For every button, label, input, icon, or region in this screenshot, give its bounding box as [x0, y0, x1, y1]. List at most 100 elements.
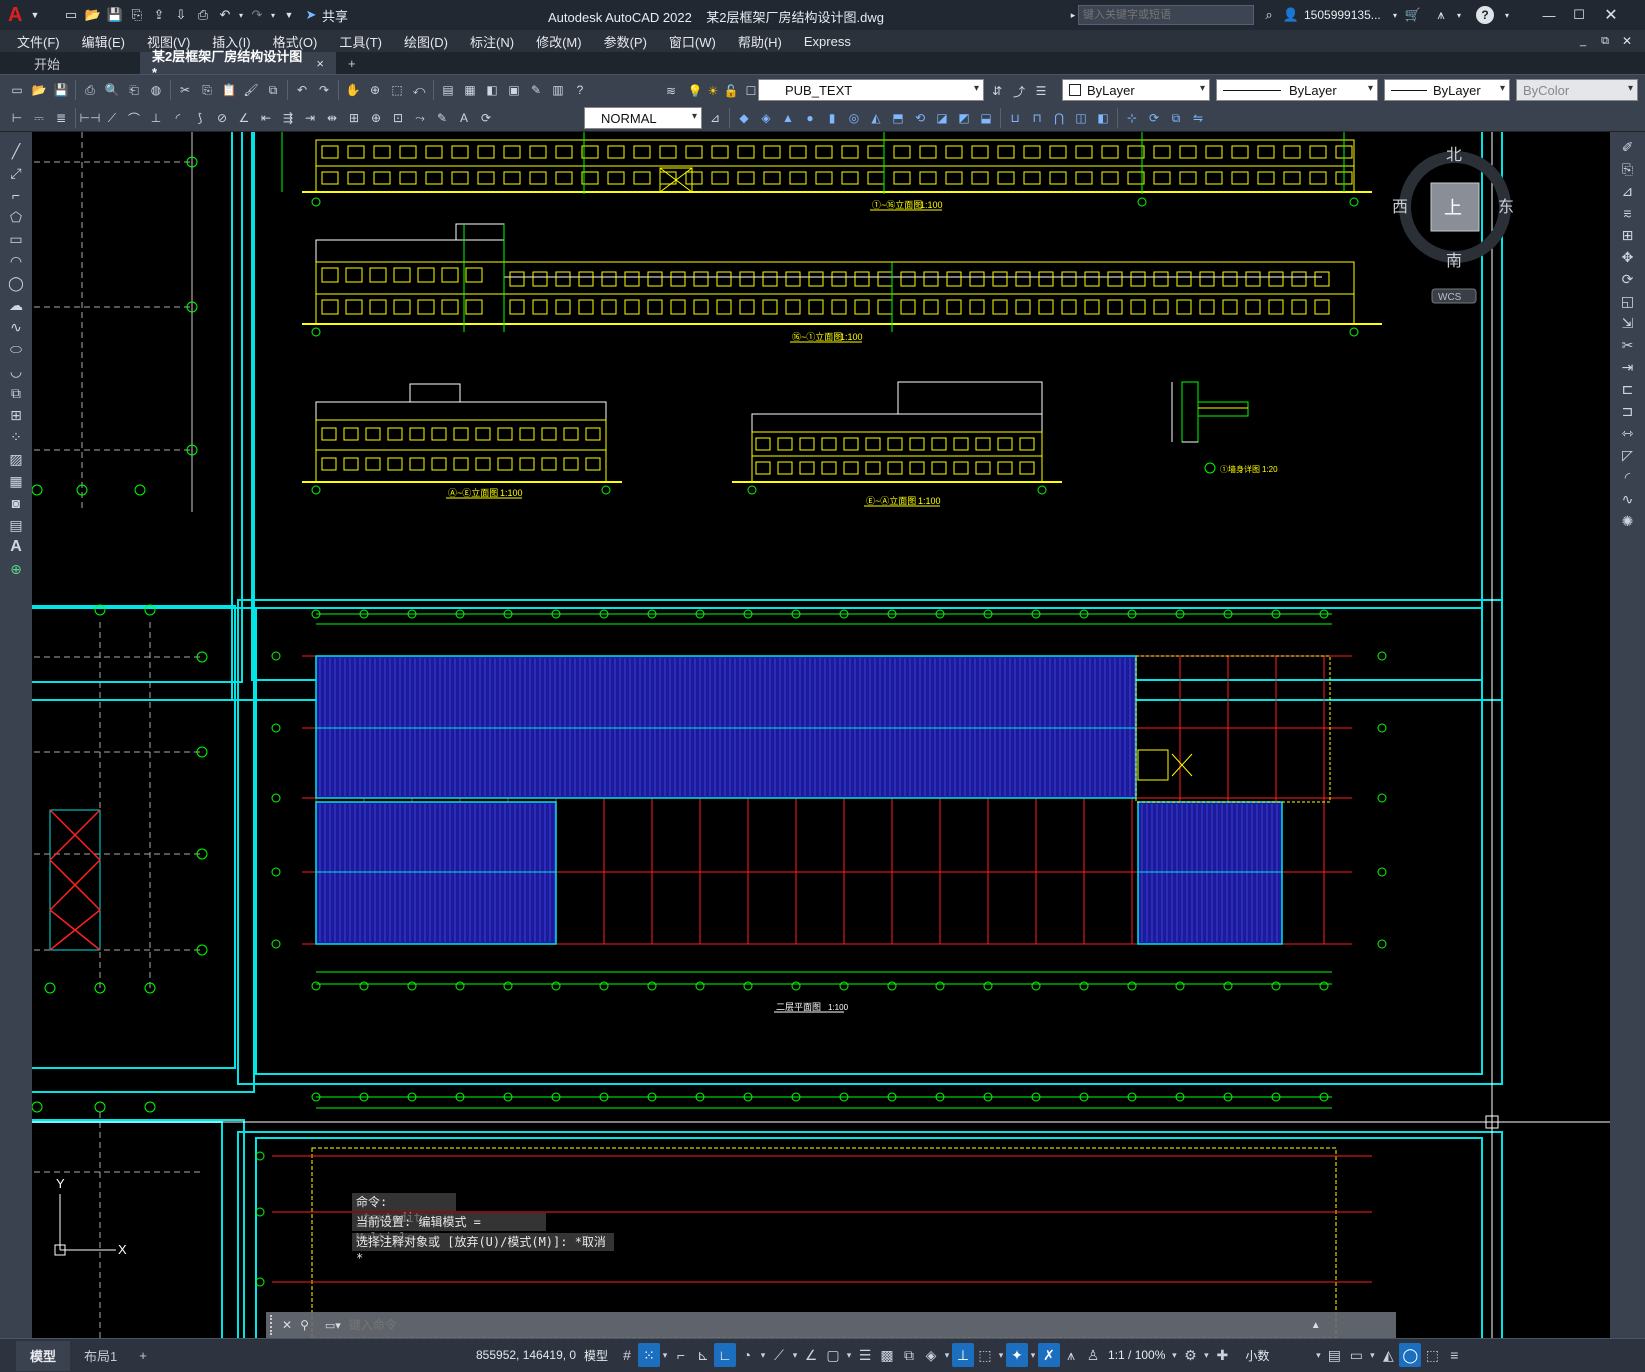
array-icon[interactable]: ⊞: [1610, 224, 1645, 246]
rectangle-icon[interactable]: ▭: [0, 228, 32, 250]
angular-dimension-icon[interactable]: ∠: [234, 108, 254, 128]
aligned-dimension-icon[interactable]: ⟋: [102, 108, 122, 128]
extend-icon[interactable]: ⇥: [1610, 356, 1645, 378]
ordinate-dimension-icon[interactable]: ⊥: [146, 108, 166, 128]
redo-icon[interactable]: ↷: [314, 80, 334, 100]
lock-ui-icon[interactable]: ▭: [1345, 1343, 1367, 1367]
layer-dropdown[interactable]: PUB_TEXT ▾: [758, 79, 984, 101]
revolve-icon[interactable]: ⟲: [910, 108, 930, 128]
dimension-update-icon[interactable]: ⟳: [476, 108, 496, 128]
3d-sphere-icon[interactable]: ●: [800, 108, 820, 128]
3d-wedge-icon[interactable]: ◈: [756, 108, 776, 128]
center-mark-icon[interactable]: ⊕: [366, 108, 386, 128]
undo-icon[interactable]: ↶: [214, 4, 236, 26]
graphics-performance-icon[interactable]: ◯: [1399, 1343, 1422, 1367]
isodraft-dropdown-icon[interactable]: ▾: [790, 1343, 800, 1367]
loft-icon[interactable]: ◩: [954, 108, 974, 128]
region-icon[interactable]: ◙: [0, 492, 32, 514]
gizmo-icon[interactable]: ✦: [1006, 1343, 1029, 1367]
dimension-edit-icon[interactable]: ✎: [432, 108, 452, 128]
menu-parametric[interactable]: 参数(P): [593, 32, 658, 51]
move-icon[interactable]: ✥: [1610, 246, 1645, 268]
diameter-dimension-icon[interactable]: ⊘: [212, 108, 232, 128]
arc-length-icon[interactable]: ⌒: [124, 108, 144, 128]
annotation-visibility-icon[interactable]: ✗: [1038, 1343, 1061, 1367]
compass-west[interactable]: 西: [1392, 199, 1408, 216]
lock-ui-dropdown-icon[interactable]: ▾: [1367, 1343, 1377, 1367]
open-web-icon[interactable]: ⇪: [148, 4, 170, 26]
command-prompt-icon[interactable]: ▭▾: [325, 1319, 341, 1332]
linear-dimension-icon[interactable]: ⊢⊣: [80, 108, 101, 128]
autocad-logo[interactable]: A: [8, 4, 24, 27]
ortho-icon[interactable]: ∟: [714, 1343, 737, 1367]
isolate-objects-icon[interactable]: ◭: [1377, 1343, 1399, 1367]
menu-modify[interactable]: 修改(M): [525, 32, 593, 51]
match-properties-icon[interactable]: 🖌: [241, 80, 261, 100]
layer-on-icon[interactable]: 💡: [685, 81, 705, 101]
annotation-scale-icon[interactable]: ♙: [1082, 1343, 1104, 1367]
compass-north[interactable]: 北: [1446, 146, 1462, 164]
command-history-icon[interactable]: ▲: [1311, 1320, 1321, 1331]
copy-icon[interactable]: ⎘: [197, 80, 217, 100]
markup-icon[interactable]: ✎: [526, 80, 546, 100]
layer-freeze-icon[interactable]: ☀: [703, 81, 723, 101]
quick-dim-icon[interactable]: ⇤: [256, 108, 276, 128]
radius-dimension-icon[interactable]: ◜: [168, 108, 188, 128]
point-icon[interactable]: ⁘: [0, 426, 32, 448]
plot-preview-icon[interactable]: 🔍: [102, 80, 122, 100]
quick-dimension-icon[interactable]: ⊢: [7, 108, 27, 128]
polar-dropdown-icon[interactable]: ▾: [758, 1343, 768, 1367]
compass-south[interactable]: 南: [1446, 252, 1462, 270]
customize-qat-icon[interactable]: ▼: [278, 4, 300, 26]
layout1-tab[interactable]: 布局1: [70, 1341, 131, 1371]
menu-dimension[interactable]: 标注(N): [459, 32, 525, 51]
blend-curves-icon[interactable]: ∿: [1610, 488, 1645, 510]
calculator-icon[interactable]: ▥: [548, 80, 568, 100]
quick-properties-icon[interactable]: ▤: [1323, 1343, 1345, 1367]
3d-rotate-icon[interactable]: ⟳: [1144, 108, 1164, 128]
menu-window[interactable]: 窗口(W): [658, 32, 727, 51]
offset-icon[interactable]: ⩳: [1610, 202, 1645, 224]
stretch-icon[interactable]: ⇲: [1610, 312, 1645, 334]
save-icon[interactable]: 💾: [104, 4, 126, 26]
fillet-icon[interactable]: ◜: [1610, 466, 1645, 488]
cut-icon[interactable]: ✂: [175, 80, 195, 100]
grid-icon[interactable]: #: [616, 1343, 638, 1367]
zoom-window-icon[interactable]: ⬚: [387, 80, 407, 100]
polar-icon[interactable]: ◔: [736, 1343, 758, 1367]
doc-minimize-icon[interactable]: _: [1572, 30, 1594, 52]
dim-style-manager-icon[interactable]: ⊿: [705, 108, 725, 128]
annotation-monitor-icon[interactable]: ✚: [1211, 1343, 1233, 1367]
lineweight-dropdown[interactable]: ByLayer ▾: [1384, 79, 1510, 101]
open-file-icon[interactable]: 📂: [82, 4, 104, 26]
command-grip[interactable]: [270, 1315, 278, 1335]
isodraft-icon[interactable]: ⟋: [768, 1343, 790, 1367]
slice-icon[interactable]: ◫: [1071, 108, 1091, 128]
3d-print-icon[interactable]: ◍: [146, 80, 166, 100]
object-snap-icon[interactable]: ▢: [822, 1343, 844, 1367]
selection-filter-icon[interactable]: ⬚: [974, 1343, 996, 1367]
copy-object-icon[interactable]: ⎘: [1610, 158, 1645, 180]
inspection-icon[interactable]: ⊡: [388, 108, 408, 128]
3d-mirror-icon[interactable]: ⇋: [1188, 108, 1208, 128]
plotstyle-dropdown[interactable]: ByColor ▾: [1516, 79, 1638, 101]
subtract-icon[interactable]: ⊓: [1027, 108, 1047, 128]
customization-icon[interactable]: ≡: [1443, 1343, 1465, 1367]
doc-close-icon[interactable]: ✕: [1616, 30, 1638, 52]
workspace-dropdown-icon[interactable]: ▾: [1201, 1343, 1211, 1367]
arc-icon[interactable]: ◠: [0, 250, 32, 272]
union-icon[interactable]: ⊔: [1005, 108, 1025, 128]
hatch-icon[interactable]: ▨: [0, 448, 32, 470]
gizmo-dropdown-icon[interactable]: ▾: [1028, 1343, 1038, 1367]
dim-style-icon[interactable]: ⎓: [29, 108, 49, 128]
add-layout-button[interactable]: +: [131, 1348, 155, 1363]
rotate-icon[interactable]: ⟳: [1610, 268, 1645, 290]
polyline-icon[interactable]: ⌐: [0, 184, 32, 206]
user-icon[interactable]: 👤: [1280, 4, 1302, 26]
open-icon[interactable]: 📂: [29, 80, 49, 100]
layer-states-icon[interactable]: ☰: [1031, 81, 1051, 101]
add-selected-icon[interactable]: ⊕: [0, 558, 32, 580]
close-icon[interactable]: ✕: [1600, 4, 1622, 26]
construction-line-icon[interactable]: ⤢: [0, 162, 32, 184]
linetype-dropdown[interactable]: ByLayer ▾: [1216, 79, 1378, 101]
